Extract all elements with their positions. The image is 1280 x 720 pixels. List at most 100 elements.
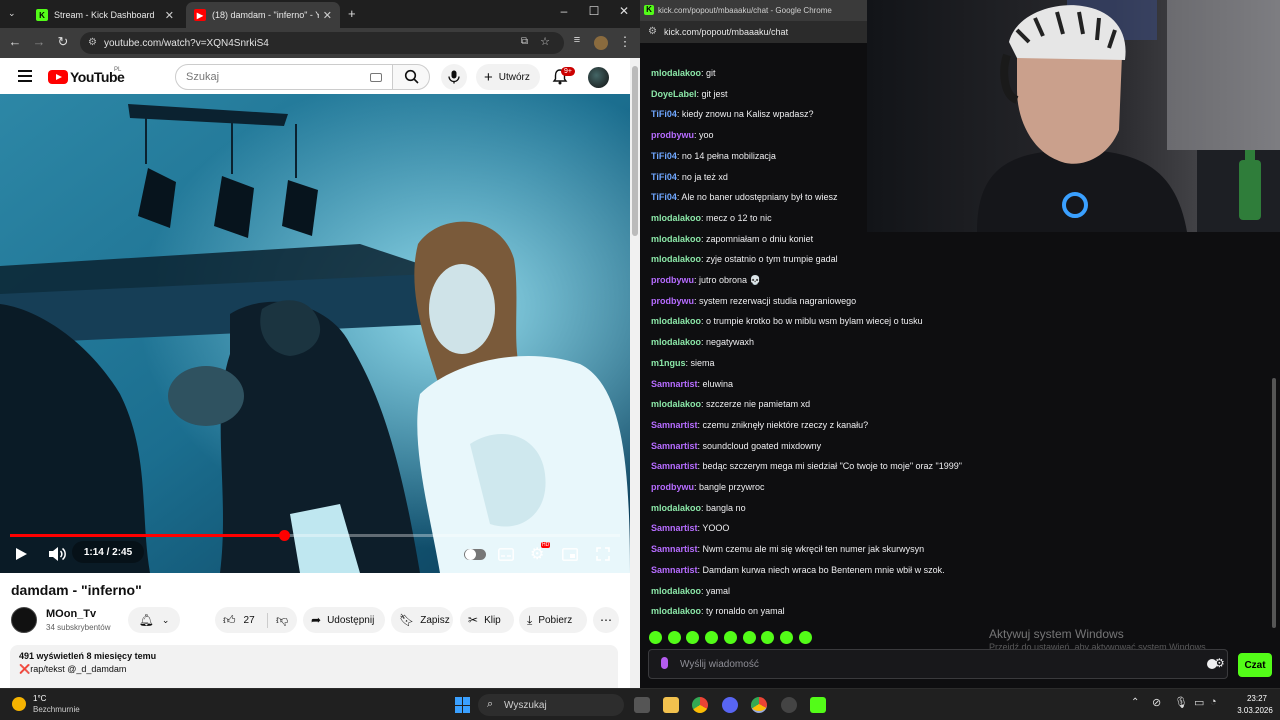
scrollbar-thumb[interactable] (632, 66, 638, 236)
chat-username[interactable]: mlodalakoo (651, 606, 701, 616)
chat-username[interactable]: mlodalakoo (651, 316, 701, 326)
send-chat-button[interactable]: Czat (1238, 653, 1272, 677)
share-button[interactable]: ➦ Udostępnij (303, 607, 385, 633)
tab-youtube-video[interactable]: ▶ (18) damdam - "inferno" - YouT ✕ (186, 2, 340, 28)
clock-date[interactable]: 3.03.2026 (1232, 706, 1278, 715)
tray-network-off-icon[interactable]: ⊘ (1152, 696, 1161, 709)
subtitles-button[interactable] (498, 544, 514, 564)
tab-search-chevron-icon[interactable]: ⌄ (8, 8, 16, 19)
bookmark-star-icon[interactable]: ☆ (540, 35, 550, 48)
weather-temperature[interactable]: 1°C (33, 694, 46, 703)
close-tab-icon[interactable]: ✕ (165, 9, 174, 22)
quick-emote-icon[interactable] (742, 631, 756, 644)
site-info-icon[interactable]: ⚙ (88, 37, 97, 48)
chat-username[interactable]: Samnartist (651, 379, 698, 389)
chat-username[interactable]: mlodalakoo (651, 337, 701, 347)
like-button[interactable]: 👍︎ 27 (215, 613, 267, 628)
chat-username[interactable]: prodbywu (651, 296, 694, 306)
forward-icon[interactable]: → (30, 34, 48, 49)
quick-emote-icon[interactable] (686, 631, 700, 644)
chat-username[interactable]: Samnartist (651, 461, 698, 471)
profile-avatar[interactable] (594, 36, 608, 50)
description-box[interactable]: 491 wyświetleń 8 miesięcy temu ❌rap/teks… (10, 645, 618, 688)
dislike-button[interactable]: 👎︎ (267, 612, 288, 628)
reload-icon[interactable]: ↻ (54, 34, 72, 50)
taskbar-search-box[interactable]: ⌕ Wyszukaj (478, 694, 624, 716)
search-input[interactable]: Szukaj (175, 64, 393, 90)
chat-scrollbar[interactable] (1272, 378, 1276, 628)
close-window-icon[interactable]: ✕ (610, 4, 638, 18)
chat-username[interactable]: TiFi04 (651, 109, 677, 119)
play-button[interactable] (14, 544, 28, 564)
chat-username[interactable]: TiFi04 (651, 172, 677, 182)
tray-wifi-icon[interactable]: ◔ (1210, 696, 1217, 708)
app-icon-dark[interactable] (781, 697, 797, 713)
chat-username[interactable]: prodbywu (651, 482, 694, 492)
channel-avatar[interactable] (11, 607, 37, 633)
file-explorer-icon[interactable] (663, 697, 679, 713)
progress-scrubber[interactable] (278, 530, 290, 541)
chat-url-bar[interactable]: ⚙ kick.com/popout/mbaaaku/chat (640, 21, 867, 43)
guide-menu-icon[interactable] (18, 70, 32, 82)
mute-button[interactable] (48, 544, 66, 564)
tab-kick-dashboard[interactable]: K Stream - Kick Dashboard ✕ (28, 2, 182, 28)
chat-username[interactable]: mlodalakoo (651, 399, 701, 409)
save-button[interactable]: 🔖︎ Zapisz (391, 607, 453, 633)
task-view-icon[interactable] (634, 697, 650, 713)
start-button-icon[interactable] (455, 697, 471, 713)
chat-username[interactable]: prodbywu (651, 275, 694, 285)
chat-username[interactable]: TiFi04 (651, 151, 677, 161)
quick-emote-icon[interactable] (779, 631, 793, 644)
browser-menu-icon[interactable]: ⋮ (616, 34, 634, 50)
fullscreen-button[interactable] (596, 544, 610, 564)
media-controls-icon[interactable]: ≡ (568, 34, 586, 46)
clock-time[interactable]: 23:27 (1237, 694, 1277, 703)
create-button[interactable]: + Utwórz (476, 64, 540, 90)
kick-app-icon[interactable] (810, 697, 826, 713)
site-info-icon[interactable]: ⚙ (648, 26, 657, 37)
maximize-icon[interactable]: ☐ (580, 4, 608, 18)
chat-username[interactable]: Samnartist (651, 441, 698, 451)
voice-search-button[interactable] (441, 64, 467, 90)
chat-username[interactable]: Samnartist (651, 523, 698, 533)
settings-button[interactable]: ⚙ HD (530, 542, 551, 564)
chrome-profile-2-icon[interactable] (751, 697, 767, 713)
clip-button[interactable]: ✂ Klip (460, 607, 514, 633)
chat-username[interactable]: Samnartist (651, 420, 698, 430)
video-player[interactable]: 1:14 / 2:45 ⚙ HD (0, 94, 630, 573)
tray-chevron-up-icon[interactable]: ⌃ (1131, 697, 1139, 708)
chat-username[interactable]: prodbywu (651, 130, 694, 140)
download-button[interactable]: ⤓ Pobierz (519, 607, 587, 633)
discord-icon[interactable] (722, 697, 738, 713)
chat-username[interactable]: Samnartist (651, 565, 698, 575)
minimize-icon[interactable]: – (550, 4, 578, 18)
channel-name[interactable]: MOon_Tv (46, 608, 96, 620)
chat-username[interactable]: mlodalakoo (651, 586, 701, 596)
more-actions-button[interactable]: ⋯ (593, 607, 619, 633)
quick-emote-icon[interactable] (723, 631, 737, 644)
chat-username[interactable]: mlodalakoo (651, 254, 701, 264)
search-button[interactable] (392, 64, 430, 90)
page-scrollbar[interactable] (630, 58, 640, 688)
youtube-logo[interactable]: YouTube PL (48, 67, 125, 85)
weather-icon[interactable] (12, 697, 26, 711)
chat-username[interactable]: DoyeLabel (651, 89, 697, 99)
weather-description[interactable]: Bezchmurnie (33, 705, 80, 714)
chat-settings-gear-icon[interactable]: ⚙ (1214, 656, 1225, 670)
tray-mic-icon[interactable]: 🎙︎ (1174, 696, 1188, 709)
chat-username[interactable]: mlodalakoo (651, 234, 701, 244)
subscription-bell-button[interactable]: 🔔︎ ⌄ (128, 607, 180, 633)
url-field[interactable]: ⚙ youtube.com/watch?v=XQN4SnrkiS4 ⧉ ☆ (80, 32, 564, 54)
close-tab-icon[interactable]: ✕ (323, 9, 332, 22)
miniplayer-button[interactable] (562, 544, 578, 564)
new-tab-button[interactable]: + (348, 6, 356, 21)
keyboard-icon[interactable] (370, 73, 382, 82)
progress-bar[interactable] (10, 530, 620, 541)
tray-display-icon[interactable]: ▭ (1194, 696, 1204, 709)
quick-emote-icon[interactable] (667, 631, 681, 644)
back-icon[interactable]: ← (6, 34, 24, 49)
quick-emote-icon[interactable] (649, 631, 662, 644)
chat-username[interactable]: mlodalakoo (651, 213, 701, 223)
chat-username[interactable]: mlodalakoo (651, 503, 701, 513)
voice-icon[interactable] (661, 657, 668, 669)
